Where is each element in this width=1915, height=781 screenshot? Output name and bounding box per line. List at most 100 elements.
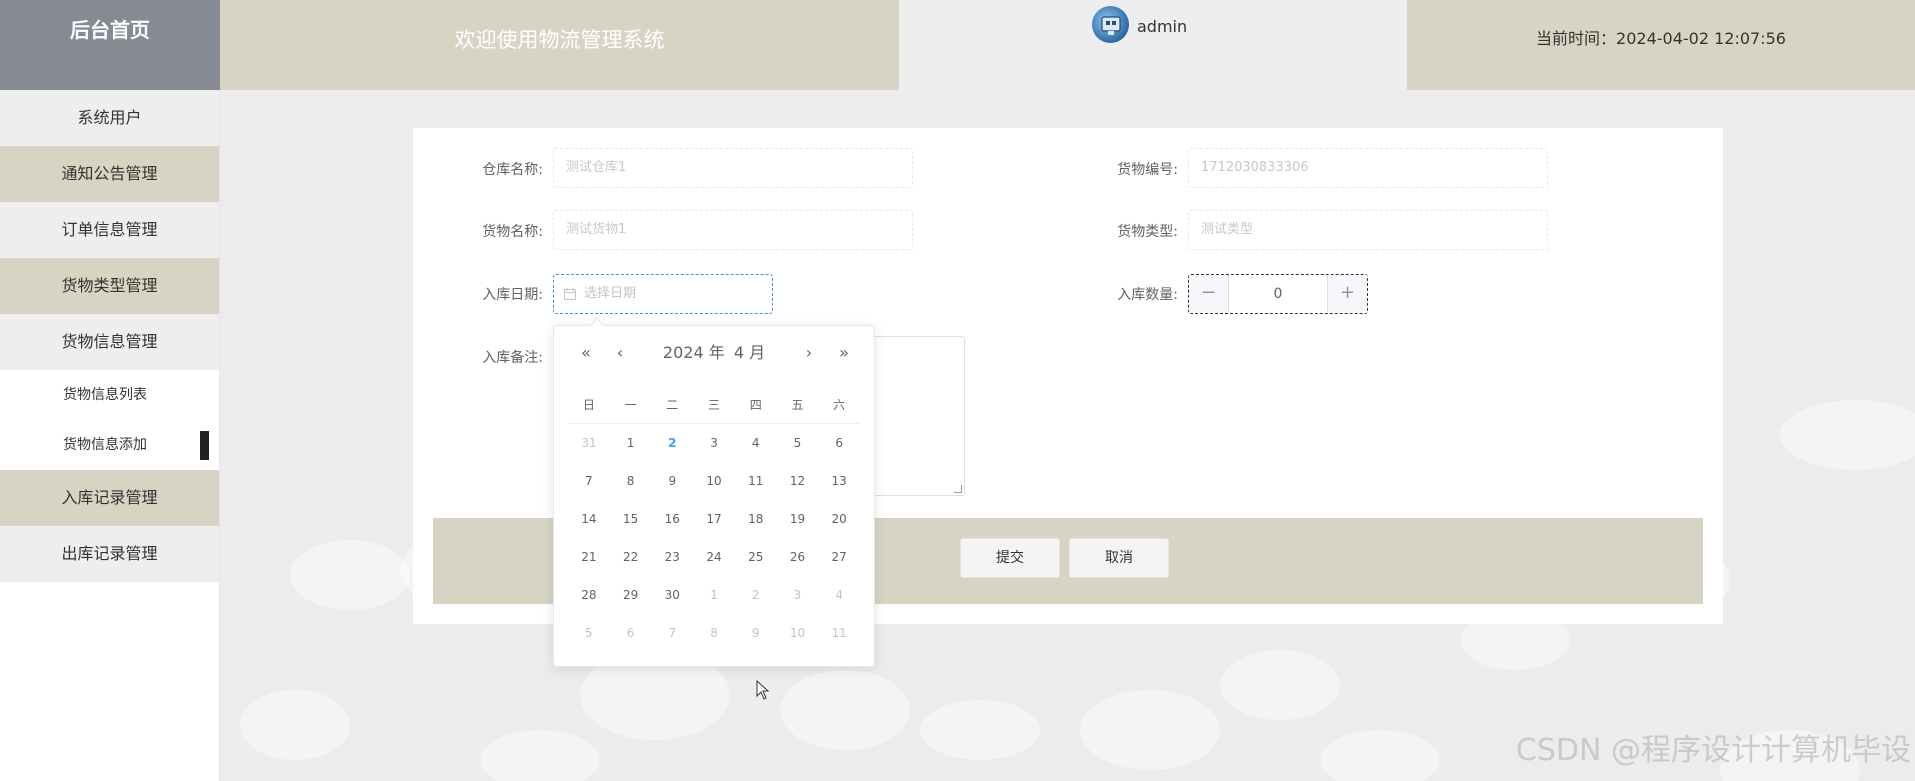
date-cell[interactable]: 9 bbox=[651, 462, 693, 500]
date-cell[interactable]: 22 bbox=[610, 538, 652, 576]
date-cell[interactable]: 19 bbox=[777, 500, 819, 538]
current-time: 当前时间：2024-04-02 12:07:56 bbox=[1407, 0, 1915, 90]
submit-button[interactable]: 提交 bbox=[960, 538, 1060, 578]
date-cell[interactable]: 14 bbox=[568, 500, 610, 538]
resize-grip-icon[interactable] bbox=[954, 485, 962, 493]
date-cell[interactable]: 8 bbox=[610, 462, 652, 500]
prev-month-icon[interactable]: ‹ bbox=[610, 338, 630, 368]
date-cell[interactable]: 23 bbox=[651, 538, 693, 576]
date-cell[interactable]: 1 bbox=[610, 424, 652, 462]
date-picker-title: 2024 年 4 月 bbox=[554, 338, 874, 368]
sidebar-item-goods-info[interactable]: 货物信息管理 bbox=[0, 314, 219, 370]
sidebar-item-goods-types[interactable]: 货物类型管理 bbox=[0, 258, 219, 314]
date-cell[interactable]: 6 bbox=[818, 424, 860, 462]
mouse-cursor-icon bbox=[756, 680, 770, 700]
date-picker-week-row: 5 6 7 8 9 10 11 bbox=[568, 614, 860, 652]
date-cell[interactable]: 3 bbox=[693, 424, 735, 462]
date-cell-other-month[interactable]: 6 bbox=[610, 614, 652, 652]
date-cell-other-month[interactable]: 11 bbox=[818, 614, 860, 652]
date-cell[interactable]: 28 bbox=[568, 576, 610, 614]
date-cell-other-month[interactable]: 31 bbox=[568, 424, 610, 462]
date-cell[interactable]: 27 bbox=[818, 538, 860, 576]
goods-name-input[interactable]: 测试货物1 bbox=[553, 210, 913, 250]
date-placeholder: 选择日期 bbox=[584, 286, 637, 301]
user-panel[interactable]: admin bbox=[899, 0, 1407, 90]
weekday-label: 一 bbox=[624, 398, 637, 412]
goods-type-label: 货物类型: bbox=[1117, 224, 1178, 240]
date-picker-grid: 日一二三四五六 31 1 2 3 4 5 6 7 8 9 10 11 12 13 14 15 16 17 18 19 2… bbox=[568, 386, 860, 652]
picker-year[interactable]: 2024 年 bbox=[663, 343, 725, 362]
date-cell-other-month[interactable]: 9 bbox=[735, 614, 777, 652]
date-cell-other-month[interactable]: 3 bbox=[777, 576, 819, 614]
goods-info-submenu: 货物信息列表 货物信息添加 bbox=[0, 370, 219, 470]
date-cell-other-month[interactable]: 2 bbox=[735, 576, 777, 614]
date-cell-other-month[interactable]: 8 bbox=[693, 614, 735, 652]
goods-type-input[interactable]: 测试类型 bbox=[1188, 210, 1548, 250]
brand-title[interactable]: 后台首页 bbox=[0, 0, 220, 90]
time-value: 2024-04-02 12:07:56 bbox=[1616, 29, 1786, 48]
date-cell[interactable]: 5 bbox=[777, 424, 819, 462]
date-cell-other-month[interactable]: 4 bbox=[818, 576, 860, 614]
date-cell[interactable]: 18 bbox=[735, 500, 777, 538]
date-cell[interactable]: 20 bbox=[818, 500, 860, 538]
next-month-icon[interactable]: › bbox=[799, 338, 819, 368]
date-cell[interactable]: 30 bbox=[651, 576, 693, 614]
date-cell[interactable]: 12 bbox=[777, 462, 819, 500]
sidebar-item-outbound[interactable]: 出库记录管理 bbox=[0, 526, 219, 582]
sidebar: 系统用户 通知公告管理 订单信息管理 货物类型管理 货物信息管理 货物信息列表 … bbox=[0, 90, 220, 781]
next-year-icon[interactable]: » bbox=[834, 338, 854, 368]
watermark: CSDN @程序设计计算机毕设 bbox=[1515, 733, 1911, 768]
date-cell-other-month[interactable]: 7 bbox=[651, 614, 693, 652]
weekday-label: 日 bbox=[582, 398, 595, 412]
cancel-button[interactable]: 取消 bbox=[1069, 538, 1169, 578]
increment-button[interactable]: + bbox=[1327, 275, 1367, 313]
weekday-header: 日一二三四五六 bbox=[568, 386, 860, 424]
date-cell[interactable]: 24 bbox=[693, 538, 735, 576]
prev-year-icon[interactable]: « bbox=[576, 338, 596, 368]
date-cell[interactable]: 21 bbox=[568, 538, 610, 576]
date-picker-popup: 2024 年 4 月 « ‹ › » 日一二三四五六 31 1 2 3 4 5 6 7 8 9 10… bbox=[553, 317, 875, 667]
sidebar-subitem-goods-add[interactable]: 货物信息添加 bbox=[0, 420, 219, 470]
username[interactable]: admin bbox=[1137, 17, 1187, 36]
weekday-label: 三 bbox=[708, 398, 721, 412]
decrement-button[interactable]: − bbox=[1189, 275, 1229, 313]
date-cell[interactable]: 10 bbox=[693, 462, 735, 500]
date-picker-week-row: 31 1 2 3 4 5 6 bbox=[568, 424, 860, 462]
welcome-banner: 欢迎使用物流管理系统 bbox=[220, 0, 899, 90]
warehouse-input[interactable]: 测试仓库1 bbox=[553, 148, 913, 188]
user-avatar[interactable] bbox=[1092, 6, 1129, 43]
sidebar-item-system-users[interactable]: 系统用户 bbox=[0, 90, 219, 146]
date-cell[interactable]: 11 bbox=[735, 462, 777, 500]
date-cell-other-month[interactable]: 1 bbox=[693, 576, 735, 614]
goods-no-input[interactable]: 1712030833306 bbox=[1188, 148, 1548, 188]
date-cell[interactable]: 13 bbox=[818, 462, 860, 500]
quantity-value[interactable]: 0 bbox=[1229, 275, 1327, 313]
date-input[interactable]: 选择日期 bbox=[553, 274, 773, 314]
quantity-stepper[interactable]: − 0 + bbox=[1188, 274, 1368, 314]
sidebar-item-inbound[interactable]: 入库记录管理 bbox=[0, 470, 219, 526]
date-cell[interactable]: 17 bbox=[693, 500, 735, 538]
goods-no-label: 货物编号: bbox=[1117, 162, 1178, 178]
date-picker-week-row: 28 29 30 1 2 3 4 bbox=[568, 576, 860, 614]
picker-month[interactable]: 4 月 bbox=[734, 343, 765, 362]
date-cell[interactable]: 15 bbox=[610, 500, 652, 538]
sidebar-item-orders[interactable]: 订单信息管理 bbox=[0, 202, 219, 258]
goods-name-label: 货物名称: bbox=[482, 224, 543, 240]
date-cell[interactable]: 4 bbox=[735, 424, 777, 462]
date-picker-week-row: 14 15 16 17 18 19 20 bbox=[568, 500, 860, 538]
date-cell[interactable]: 25 bbox=[735, 538, 777, 576]
date-cell-other-month[interactable]: 5 bbox=[568, 614, 610, 652]
date-cell[interactable]: 7 bbox=[568, 462, 610, 500]
date-cell[interactable]: 26 bbox=[777, 538, 819, 576]
weekday-label: 六 bbox=[833, 398, 846, 412]
date-cell-today[interactable]: 2 bbox=[651, 424, 693, 462]
date-picker-week-row: 21 22 23 24 25 26 27 bbox=[568, 538, 860, 576]
time-label: 当前时间： bbox=[1536, 29, 1617, 48]
weekday-label: 五 bbox=[791, 398, 804, 412]
active-marker bbox=[200, 431, 209, 460]
date-cell-other-month[interactable]: 10 bbox=[777, 614, 819, 652]
sidebar-subitem-goods-list[interactable]: 货物信息列表 bbox=[0, 370, 219, 420]
date-cell[interactable]: 16 bbox=[651, 500, 693, 538]
date-cell[interactable]: 29 bbox=[610, 576, 652, 614]
sidebar-item-notice[interactable]: 通知公告管理 bbox=[0, 146, 219, 202]
